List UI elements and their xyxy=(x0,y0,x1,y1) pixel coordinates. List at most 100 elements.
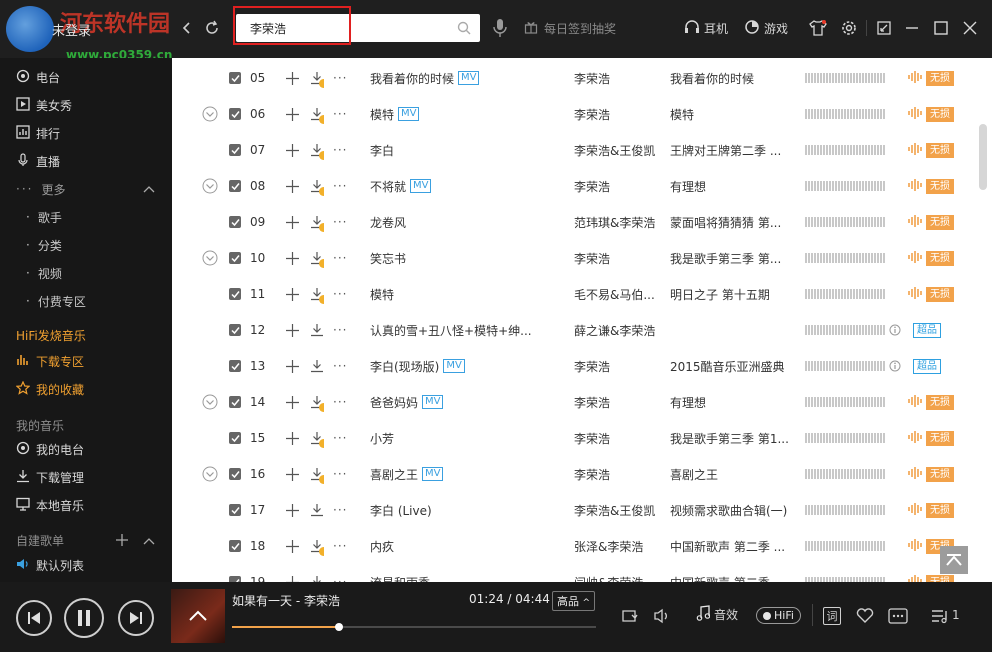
add-to-list-icon[interactable] xyxy=(286,240,299,276)
download-icon[interactable] xyxy=(310,96,324,132)
add-to-list-icon[interactable] xyxy=(286,384,299,420)
row-checkbox[interactable] xyxy=(229,396,241,408)
sidebar-item-videos[interactable]: · 视频 xyxy=(26,262,62,284)
add-to-list-icon[interactable] xyxy=(286,96,299,132)
singer-name[interactable]: 李荣浩 xyxy=(574,168,610,204)
download-icon[interactable] xyxy=(310,312,324,348)
song-row[interactable]: 15 ··· 小芳 李荣浩 我是歌手第三季 第1... 无损 xyxy=(172,420,992,456)
singer-name[interactable]: 毛不易&马伯... xyxy=(574,276,655,312)
row-checkbox[interactable] xyxy=(229,504,241,516)
more-actions-icon[interactable]: ··· xyxy=(333,348,347,384)
song-title[interactable]: 内疚 xyxy=(370,538,394,555)
heart-icon[interactable] xyxy=(853,604,877,628)
row-checkbox[interactable] xyxy=(229,468,241,480)
mv-badge[interactable]: MV xyxy=(443,359,465,373)
previous-track-button[interactable] xyxy=(16,600,52,636)
scrollbar-thumb[interactable] xyxy=(979,124,987,190)
expand-versions-icon[interactable] xyxy=(202,96,218,132)
expand-versions-icon[interactable] xyxy=(202,384,218,420)
song-row[interactable]: 16 ··· 喜剧之王 MV 李荣浩 喜剧之王 无损 xyxy=(172,456,992,492)
expand-versions-icon[interactable] xyxy=(202,240,218,276)
sidebar-more-toggle[interactable]: ··· 更多 xyxy=(16,178,65,200)
singer-name[interactable]: 李荣浩 xyxy=(574,240,610,276)
now-playing-title[interactable]: 如果有一天 - 李荣浩 xyxy=(232,592,340,609)
download-icon[interactable] xyxy=(310,60,324,96)
album-name[interactable]: 我看着你的时候 xyxy=(670,60,754,96)
info-icon[interactable] xyxy=(889,312,901,348)
more-actions-icon[interactable]: ··· xyxy=(333,420,347,456)
song-row[interactable]: 09 ··· 龙卷风 范玮琪&李荣浩 蒙面唱将猜猜猜 第... 无损 xyxy=(172,204,992,240)
download-icon[interactable] xyxy=(310,528,324,564)
album-name[interactable]: 2015酷音乐亚洲盛典 xyxy=(670,348,785,384)
settings-gear-icon[interactable] xyxy=(837,14,861,42)
album-name[interactable]: 中国新歌声 第二季 ... xyxy=(670,564,785,583)
song-title[interactable]: 爸爸妈妈 xyxy=(370,394,418,411)
more-actions-icon[interactable]: ··· xyxy=(333,492,347,528)
more-actions-icon[interactable]: ··· xyxy=(333,528,347,564)
album-name[interactable]: 中国新歌声 第二季 ... xyxy=(670,528,785,564)
singer-name[interactable]: 李荣浩 xyxy=(574,348,610,384)
row-checkbox[interactable] xyxy=(229,180,241,192)
quality-selector[interactable]: 高品 ^ xyxy=(552,591,596,611)
row-checkbox[interactable] xyxy=(229,72,241,84)
download-icon[interactable] xyxy=(310,564,324,582)
row-checkbox[interactable] xyxy=(229,432,241,444)
singer-name[interactable]: 李荣浩 xyxy=(574,420,610,456)
download-icon[interactable] xyxy=(310,456,324,492)
mini-mode-icon[interactable] xyxy=(872,14,896,42)
song-row[interactable]: 12 ··· 认真的雪+丑八怪+模特+绅... 薛之谦&李荣浩 超品 xyxy=(172,312,992,348)
vertical-scrollbar[interactable] xyxy=(978,58,988,582)
expand-versions-icon[interactable] xyxy=(202,168,218,204)
download-icon[interactable] xyxy=(310,420,324,456)
song-row[interactable]: 11 ··· 模特 毛不易&马伯... 明日之子 第十五期 无损 xyxy=(172,276,992,312)
singer-name[interactable]: 李荣浩 xyxy=(574,96,610,132)
maximize-icon[interactable] xyxy=(929,14,953,42)
song-title[interactable]: 龙卷风 xyxy=(370,214,406,231)
song-title[interactable]: 我看着你的时候 xyxy=(370,70,454,87)
sidebar-item-default-list[interactable]: 默认列表 xyxy=(16,554,84,576)
song-row[interactable]: 08 ··· 不将就 MV 李荣浩 有理想 无损 xyxy=(172,168,992,204)
microphone-icon[interactable] xyxy=(488,14,512,42)
more-actions-icon[interactable]: ··· xyxy=(333,204,347,240)
song-row[interactable]: 13 ··· 李白(现场版) MV 李荣浩 2015酷音乐亚洲盛典 超品 xyxy=(172,348,992,384)
playlist-queue-icon[interactable] xyxy=(928,604,952,628)
row-checkbox[interactable] xyxy=(229,252,241,264)
song-title[interactable]: 不将就 xyxy=(370,178,406,195)
mv-badge[interactable]: MV xyxy=(422,467,444,481)
song-title[interactable]: 流星和雨季 xyxy=(370,574,430,583)
more-actions-icon[interactable]: ··· xyxy=(333,168,347,204)
album-name[interactable]: 蒙面唱将猜猜猜 第... xyxy=(670,204,781,240)
more-actions-icon[interactable]: ··· xyxy=(333,96,347,132)
more-actions-icon[interactable]: ··· xyxy=(333,276,347,312)
add-to-list-icon[interactable] xyxy=(286,204,299,240)
sidebar-item-ranking[interactable]: 排行 xyxy=(16,122,60,144)
progress-handle[interactable] xyxy=(335,623,344,631)
album-name[interactable]: 视频需求歌曲合辑(一) xyxy=(670,492,787,528)
album-name[interactable]: 明日之子 第十五期 xyxy=(670,276,770,312)
album-name[interactable]: 有理想 xyxy=(670,384,706,420)
song-row[interactable]: 19 ··· 流星和雨季 闫帅&李荣浩 中国新歌声 第二季 ... 无损 xyxy=(172,564,992,582)
sound-effect-button[interactable]: 音效 xyxy=(696,600,738,628)
add-to-list-icon[interactable] xyxy=(286,60,299,96)
minimize-icon[interactable] xyxy=(900,14,924,42)
daily-checkin-button[interactable]: 每日签到抽奖 xyxy=(524,14,616,42)
song-row[interactable]: 18···内疚张泽&李荣浩中国新歌声 第二季 ...无损 xyxy=(172,528,992,564)
download-icon[interactable] xyxy=(310,240,324,276)
singer-name[interactable]: 李荣浩 xyxy=(574,60,610,96)
repeat-mode-icon[interactable] xyxy=(617,604,641,628)
chevron-up-icon[interactable] xyxy=(142,534,156,548)
game-link[interactable]: 游戏 xyxy=(744,14,788,42)
singer-name[interactable]: 李荣浩&王俊凯 xyxy=(574,132,655,168)
row-checkbox[interactable] xyxy=(229,108,241,120)
song-title[interactable]: 李白 (Live) xyxy=(370,502,432,519)
sidebar-item-download-zone[interactable]: 下载专区 xyxy=(16,350,84,372)
download-icon[interactable] xyxy=(310,492,324,528)
singer-name[interactable]: 李荣浩&王俊凯 xyxy=(574,492,655,528)
singer-name[interactable]: 范玮琪&李荣浩 xyxy=(574,204,655,240)
song-title[interactable]: 认真的雪+丑八怪+模特+绅... xyxy=(370,322,532,339)
download-icon[interactable] xyxy=(310,204,324,240)
row-checkbox[interactable] xyxy=(229,540,241,552)
download-icon[interactable] xyxy=(310,348,324,384)
add-to-list-icon[interactable] xyxy=(286,312,299,348)
album-name[interactable]: 有理想 xyxy=(670,168,706,204)
